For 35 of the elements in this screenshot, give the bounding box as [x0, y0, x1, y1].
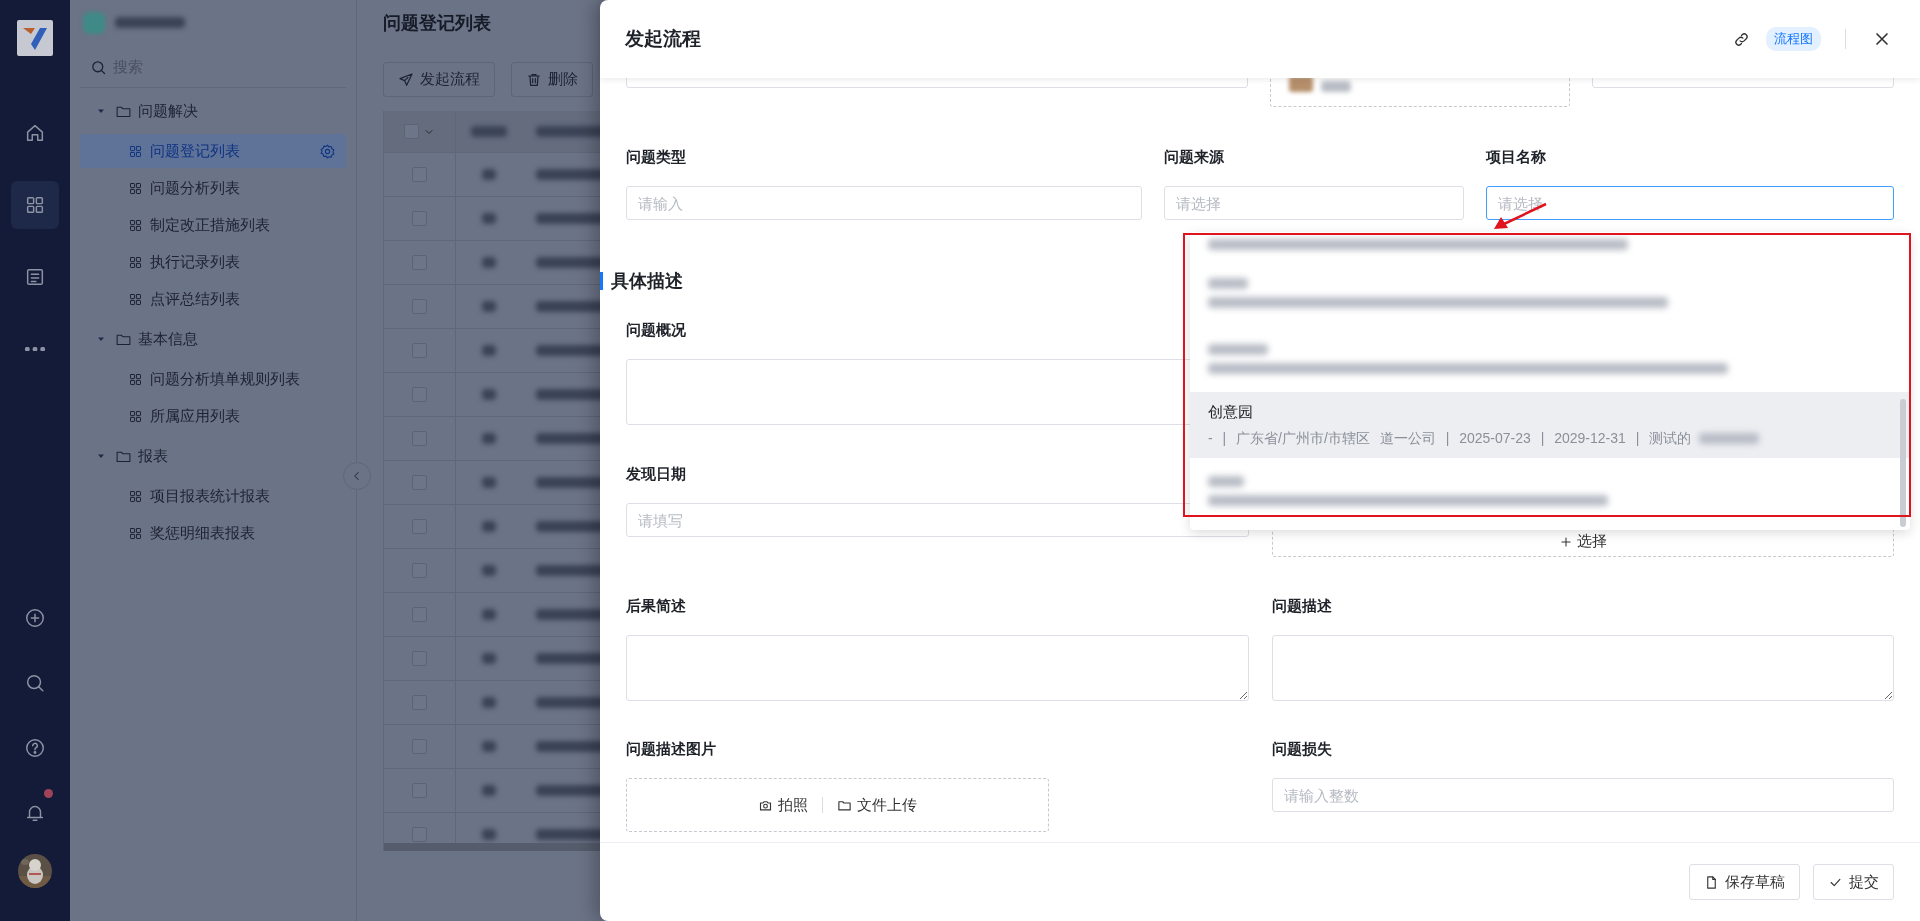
submit-button[interactable]: 提交: [1813, 864, 1894, 900]
field-label: 问题损失: [1271, 739, 1332, 759]
tree-item[interactable]: 问题登记列表: [80, 134, 346, 168]
option-detail: - | 广东省/广州市/市辖区 道一公司 | 2025-07-23 | 2029-12-31 | 测试的: [1208, 429, 1692, 448]
tree-group[interactable]: 问题解决: [80, 91, 346, 131]
upload-button[interactable]: 拍照: [758, 795, 808, 815]
field-label: 问题类型: [626, 147, 686, 167]
tree-item[interactable]: 点评总结列表: [80, 282, 346, 316]
tree-item[interactable]: 制定改正措施列表: [80, 208, 346, 242]
tree-item[interactable]: 问题分析填单规则列表: [80, 362, 346, 396]
save-draft-button[interactable]: 保存草稿: [1689, 864, 1800, 900]
tree-item[interactable]: 所属应用列表: [80, 399, 346, 433]
flowchart-tag[interactable]: 流程图: [1766, 27, 1821, 51]
field-label: 问题描述图片: [626, 739, 716, 759]
tree-item[interactable]: 问题分析列表: [80, 171, 346, 205]
select-button[interactable]: 选择: [1552, 531, 1613, 552]
option-title: 创意园: [1208, 402, 1254, 422]
field-label: 问题描述: [1271, 596, 1332, 616]
page-title: 问题登记列表: [383, 12, 491, 35]
toolbar-button[interactable]: 发起流程: [383, 62, 495, 97]
tree-item[interactable]: 奖惩明细表报表: [80, 516, 346, 550]
field-label: 问题来源: [1164, 147, 1224, 167]
dialog-title: 发起流程: [625, 27, 701, 51]
upload-button[interactable]: 文件上传: [837, 795, 917, 815]
tree-item[interactable]: 项目报表统计报表: [80, 479, 346, 513]
section-title: 具体描述: [611, 270, 683, 293]
field-label: 发现日期: [626, 464, 686, 484]
tree-group[interactable]: 基本信息: [80, 319, 346, 359]
field-label: 项目名称: [1486, 147, 1546, 167]
tree-item[interactable]: 执行记录列表: [80, 245, 346, 279]
dropdown-option[interactable]: 创意园 - | 广东省/广州市/市辖区 道一公司 | 2025-07-23 | 2029-12-31 | 测试的: [1190, 392, 1910, 458]
field-label: 后果简述: [626, 596, 686, 616]
toolbar-button[interactable]: 删除: [511, 62, 593, 97]
field-label: 问题概况: [626, 320, 686, 340]
tree-group[interactable]: 报表: [80, 436, 346, 476]
